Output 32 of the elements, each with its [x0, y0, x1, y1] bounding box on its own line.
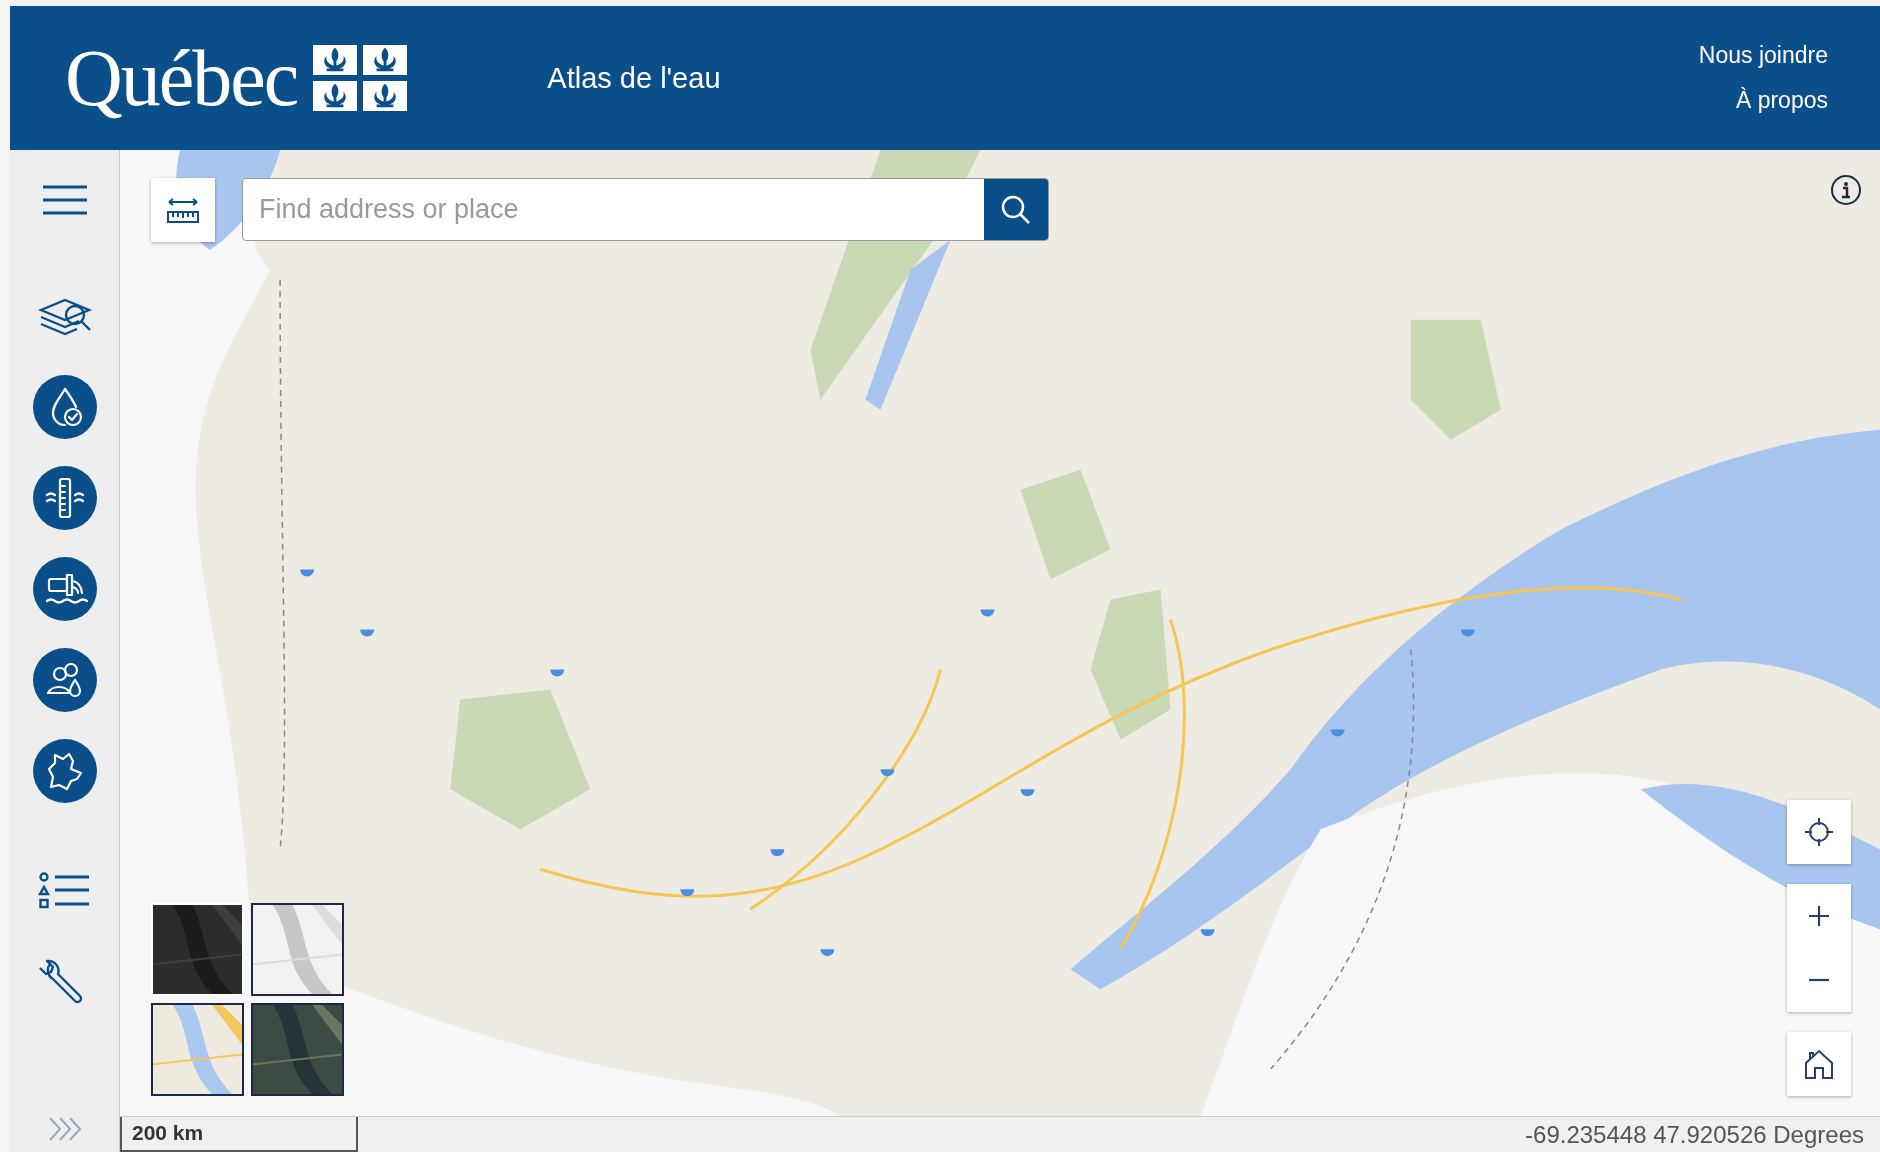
station-marker: [360, 629, 375, 637]
measure-button[interactable]: [151, 178, 215, 242]
plus-icon: [1808, 905, 1830, 927]
station-marker: [680, 889, 695, 897]
locate-button[interactable]: [1787, 800, 1851, 864]
station-marker: [1200, 929, 1215, 937]
station-marker: [300, 569, 315, 577]
scale-bar: 200 km: [120, 1117, 358, 1152]
search-icon: [1000, 193, 1032, 226]
station-marker: [1330, 729, 1345, 737]
home-button[interactable]: [1787, 1032, 1851, 1096]
home-icon: [1804, 1048, 1834, 1080]
station-marker: [820, 949, 835, 957]
crosshair-icon: [1803, 816, 1835, 848]
station-marker: [770, 849, 785, 857]
chevrons-icon: [46, 1116, 83, 1142]
app-title: Atlas de l'eau: [547, 61, 722, 95]
flag-icon: [313, 45, 408, 111]
menu-icon: [40, 184, 89, 216]
station-marker: [1460, 629, 1475, 637]
station-marker: [880, 769, 895, 777]
station-marker: [550, 669, 565, 677]
search-button[interactable]: [984, 179, 1048, 240]
station-marker: [1020, 789, 1035, 797]
station-marker: [980, 609, 995, 617]
header-link[interactable]: Nous joindre: [1698, 42, 1828, 69]
ruler-icon: [166, 196, 200, 224]
minus-icon: [1808, 978, 1830, 982]
logo-wordmark: Québec: [65, 38, 298, 118]
coordinates-readout: -69.235448 47.920526 Degrees: [1525, 1120, 1865, 1150]
header-link[interactable]: À propos: [1735, 87, 1828, 114]
info-icon[interactable]: [1830, 174, 1862, 206]
